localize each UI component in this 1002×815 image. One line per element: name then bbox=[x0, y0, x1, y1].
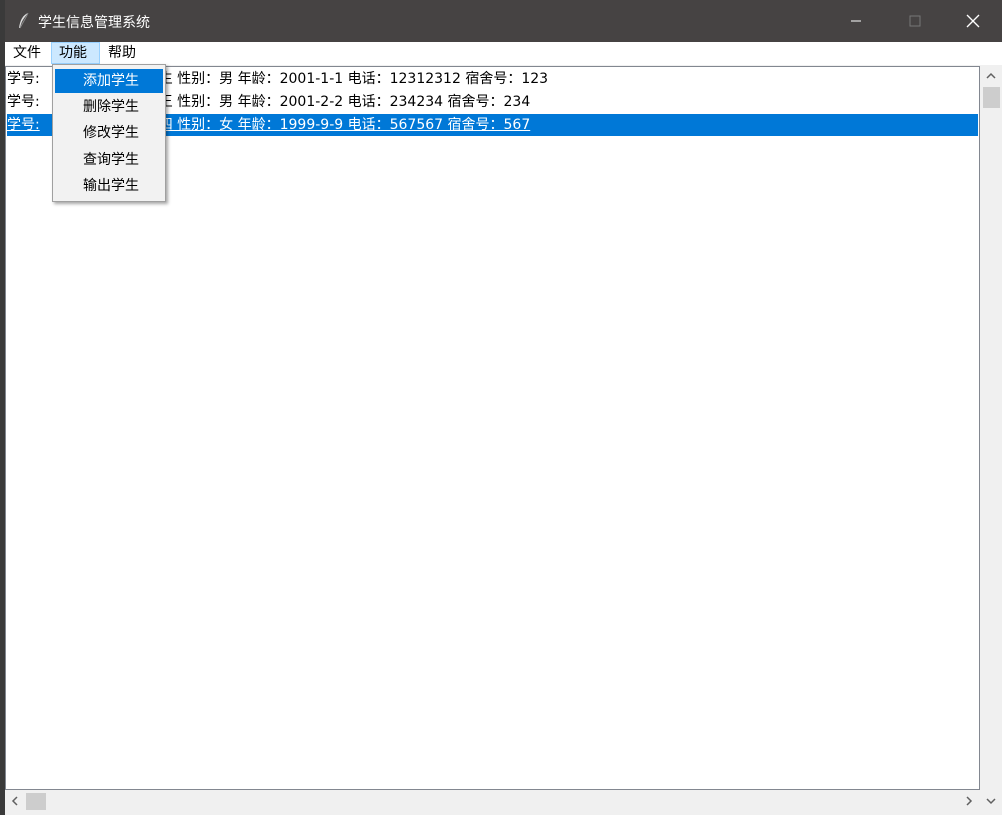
maximize-button[interactable] bbox=[892, 0, 938, 42]
row-text: 王 性别：男 年龄：2001-2-2 电话：234234 宿舍号：234 bbox=[158, 94, 531, 110]
menu-item-modify-student[interactable]: 修改学生 bbox=[55, 121, 163, 145]
minimize-icon bbox=[851, 20, 861, 22]
row-text: 四 性别：女 年龄：1999-9-9 电话：567567 宿舍号：567 bbox=[158, 117, 531, 133]
menu-file[interactable]: 文件 bbox=[6, 42, 51, 64]
feather-icon bbox=[19, 12, 29, 29]
horizontal-scrollbar[interactable] bbox=[5, 790, 980, 812]
row-text: 生 性别：男 年龄：2001-1-1 电话：12312312 宿舍号：123 bbox=[158, 71, 549, 87]
menu-bar: 文件 功能 帮助 bbox=[5, 42, 1002, 65]
window-title: 学生信息管理系统 bbox=[38, 15, 150, 31]
menu-help[interactable]: 帮助 bbox=[101, 42, 147, 64]
menu-function[interactable]: 功能 bbox=[51, 42, 100, 64]
scroll-up-button[interactable] bbox=[980, 66, 1002, 86]
chevron-down-icon bbox=[986, 798, 996, 805]
row-prefix: 学号: bbox=[7, 117, 40, 133]
horizontal-scroll-thumb[interactable] bbox=[26, 793, 46, 810]
row-prefix: 学号: bbox=[7, 71, 40, 87]
close-button[interactable] bbox=[950, 0, 996, 42]
scroll-right-button[interactable] bbox=[959, 790, 979, 812]
function-dropdown-menu: 添加学生 删除学生 修改学生 查询学生 输出学生 bbox=[52, 64, 166, 202]
menu-item-add-student[interactable]: 添加学生 bbox=[55, 69, 163, 93]
menu-item-delete-student[interactable]: 删除学生 bbox=[55, 95, 163, 119]
row-prefix: 学号: bbox=[7, 94, 40, 110]
title-bar[interactable]: 学生信息管理系统 bbox=[5, 0, 1002, 42]
close-icon bbox=[966, 14, 980, 28]
menu-item-output-student[interactable]: 输出学生 bbox=[55, 174, 163, 198]
maximize-icon bbox=[909, 15, 921, 27]
scroll-left-button[interactable] bbox=[5, 790, 25, 812]
chevron-left-icon bbox=[11, 796, 18, 806]
vertical-scrollbar[interactable] bbox=[980, 66, 1002, 790]
chevron-right-icon bbox=[966, 796, 973, 806]
minimize-button[interactable] bbox=[833, 0, 879, 42]
menu-item-query-student[interactable]: 查询学生 bbox=[55, 148, 163, 172]
scroll-down-button[interactable] bbox=[980, 791, 1002, 811]
main-window: 学生信息管理系统 文件 功能 帮助 学号: 生 性别：男 年龄：2001-1-1 … bbox=[5, 0, 1002, 815]
chevron-up-icon bbox=[986, 72, 996, 79]
vertical-scroll-thumb[interactable] bbox=[983, 87, 1000, 108]
